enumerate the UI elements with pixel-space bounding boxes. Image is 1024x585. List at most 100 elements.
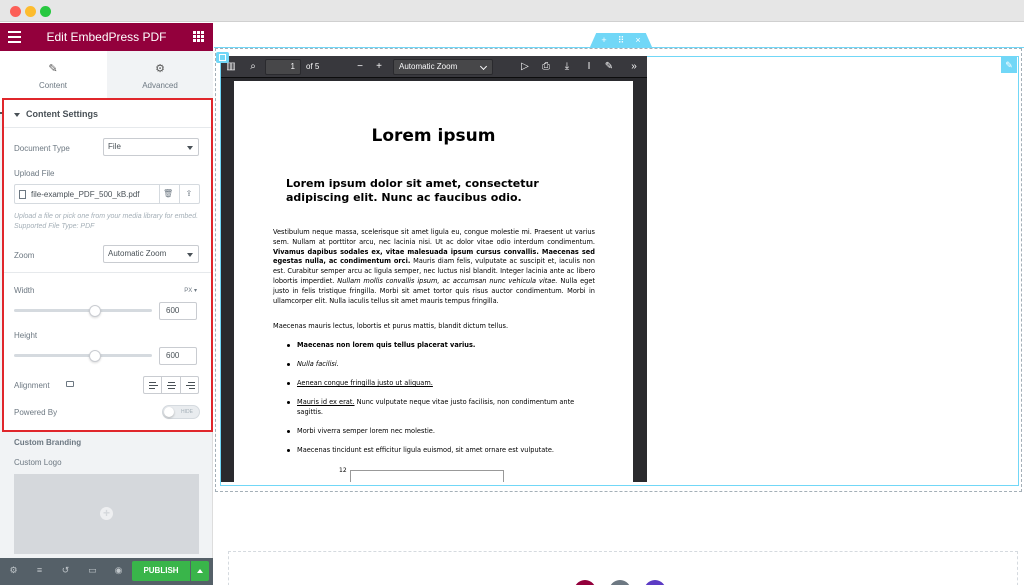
pdf-viewer: ▥ ⌕ 1 of 5 − + Automatic Zoom ▷ ⎙ ⤓ I ✎ … [221,56,647,482]
height-label: Height [14,331,38,340]
width-slider-track[interactable] [14,309,152,312]
publish-options-button[interactable] [191,561,209,581]
drag-handle-icon[interactable]: ⠿ [615,33,627,47]
plus-icon: + [100,507,113,520]
pdf-zoom-value: Automatic Zoom [399,62,458,71]
align-left-button[interactable] [144,377,163,393]
maximize-window-button[interactable] [40,6,51,17]
content-settings-section: Content Settings Document Type File Uplo… [2,98,213,432]
print-icon[interactable]: ⎙ [539,60,553,74]
history-icon[interactable]: ↺ [60,565,71,576]
list-item-link[interactable]: Mauris id ex erat. [297,398,355,406]
pdf-document-area[interactable]: Lorem ipsum Lorem ipsum dolor sit amet, … [221,78,647,482]
zoom-select[interactable]: Automatic Zoom [103,245,199,263]
app-window: Edit EmbedPress PDF ✎ Content ⚙ Advanced… [0,0,1024,585]
divider [179,185,180,203]
section-toggle[interactable]: Content Settings [14,109,98,119]
custom-branding-title[interactable]: Custom Branding [14,438,81,447]
height-input[interactable]: 600 [159,347,197,365]
pdf-figure [350,470,504,482]
align-right-button[interactable] [181,377,198,393]
width-slider-handle[interactable] [89,305,101,317]
preview-eye-icon[interactable]: ◉ [113,565,124,576]
minimize-window-button[interactable] [25,6,36,17]
window-titlebar [0,0,1024,22]
toggle-knob [164,407,174,417]
section-handle: + ⠿ × [590,33,652,47]
add-section-icon[interactable]: + [598,33,610,47]
widgets-grid-icon[interactable] [193,31,204,42]
zoom-label: Zoom [14,251,35,260]
upload-file-label: Upload File [14,169,55,178]
responsive-icon[interactable]: ▭ [87,565,98,576]
settings-icon[interactable]: ⚙ [8,565,19,576]
list-item: Maecenas tincidunt est efficitur ligula … [287,446,595,456]
widget-settings-icon[interactable] [216,52,229,63]
trash-icon[interactable]: 🗑 [163,189,173,199]
list-item: Maecenas non lorem quis tellus placerat … [287,341,595,351]
pdf-zoom-select[interactable]: Automatic Zoom [393,59,493,75]
pdf-paragraph-1: Vestibulum neque massa, scelerisque sit … [273,228,595,306]
chevron-up-icon [197,569,203,573]
list-item: Aenean congue fringilla justo ut aliquam… [287,379,595,389]
chevron-down-icon [187,146,193,150]
custom-logo-label: Custom Logo [14,458,62,467]
close-icon[interactable]: × [632,33,644,47]
search-icon[interactable]: ⌕ [246,60,260,74]
text-cursor-icon[interactable]: I [582,60,596,74]
pdf-paragraph-2: Maecenas mauris lectus, lobortis et puru… [273,322,509,330]
publish-button[interactable]: PUBLISH [132,561,190,581]
upload-icon[interactable]: ⇪ [184,189,194,199]
toggle-text: HIDE [181,409,193,415]
pdf-toolbar: ▥ ⌕ 1 of 5 − + Automatic Zoom ▷ ⎙ ⤓ I ✎ … [221,56,647,78]
document-type-select[interactable]: File [103,138,199,156]
list-item: Nulla facilisi. [287,360,595,370]
align-center-button[interactable] [162,377,181,393]
download-icon[interactable]: ⤓ [560,60,574,74]
chevron-down-icon [479,62,488,71]
height-slider-handle[interactable] [89,350,101,362]
section-title: Content Settings [26,109,98,119]
edit-widget-pencil-icon[interactable]: ✎ [1001,57,1017,73]
more-tools-icon[interactable]: » [627,60,641,74]
document-type-label: Document Type [14,144,70,153]
height-slider-track[interactable] [14,354,152,357]
zoom-in-icon[interactable]: + [372,60,386,74]
close-window-button[interactable] [10,6,21,17]
document-icon [19,190,26,199]
draw-pen-icon[interactable]: ✎ [602,60,616,74]
para-italic: Nullam mollis convallis ipsum, ac accums… [337,276,558,285]
pdf-figure-label: 12 [339,467,347,474]
upload-file-field[interactable]: file-example_PDF_500_kB.pdf 🗑 ⇪ [14,184,200,204]
list-item: Morbi viverra semper lorem nec molestie. [287,427,595,437]
divider [4,127,211,128]
divider [4,272,211,273]
chevron-down-icon [187,253,193,257]
tab-content-label: Content [38,81,68,90]
page-count: of 5 [306,62,320,71]
layers-icon[interactable]: ≡ [34,565,45,576]
zoom-value: Automatic Zoom [108,249,167,258]
para-text: Vestibulum neque massa, scelerisque sit … [273,228,595,246]
editor-sidebar: Edit EmbedPress PDF ✎ Content ⚙ Advanced… [0,23,213,585]
presentation-icon[interactable]: ▷ [518,60,532,74]
page-number-input[interactable]: 1 [265,59,301,75]
width-unit-value: PX [184,288,193,294]
gear-icon: ⚙ [155,63,165,75]
powered-by-label: Powered By [14,408,58,417]
desktop-icon[interactable] [66,381,74,387]
editor-canvas: + ⠿ × ✎ ▥ ⌕ 1 of 5 − + Automatic Zoom ▷ … [214,23,1024,585]
zoom-out-icon[interactable]: − [353,60,367,74]
powered-by-toggle[interactable]: HIDE [162,405,200,419]
width-unit-select[interactable]: PX ▾ [184,287,197,294]
alignment-buttons [143,376,199,394]
width-label: Width [14,286,35,295]
upload-help-text: Upload a file or pick one from your medi… [14,213,199,230]
width-input[interactable]: 600 [159,302,197,320]
pdf-subtitle: Lorem ipsum dolor sit amet, consectetur … [286,177,539,204]
pencil-icon: ✎ [48,63,58,75]
alignment-label: Alignment [14,381,50,390]
divider [159,185,160,203]
sidebar-header: Edit EmbedPress PDF [0,23,213,51]
custom-logo-upload[interactable]: + [14,474,199,554]
